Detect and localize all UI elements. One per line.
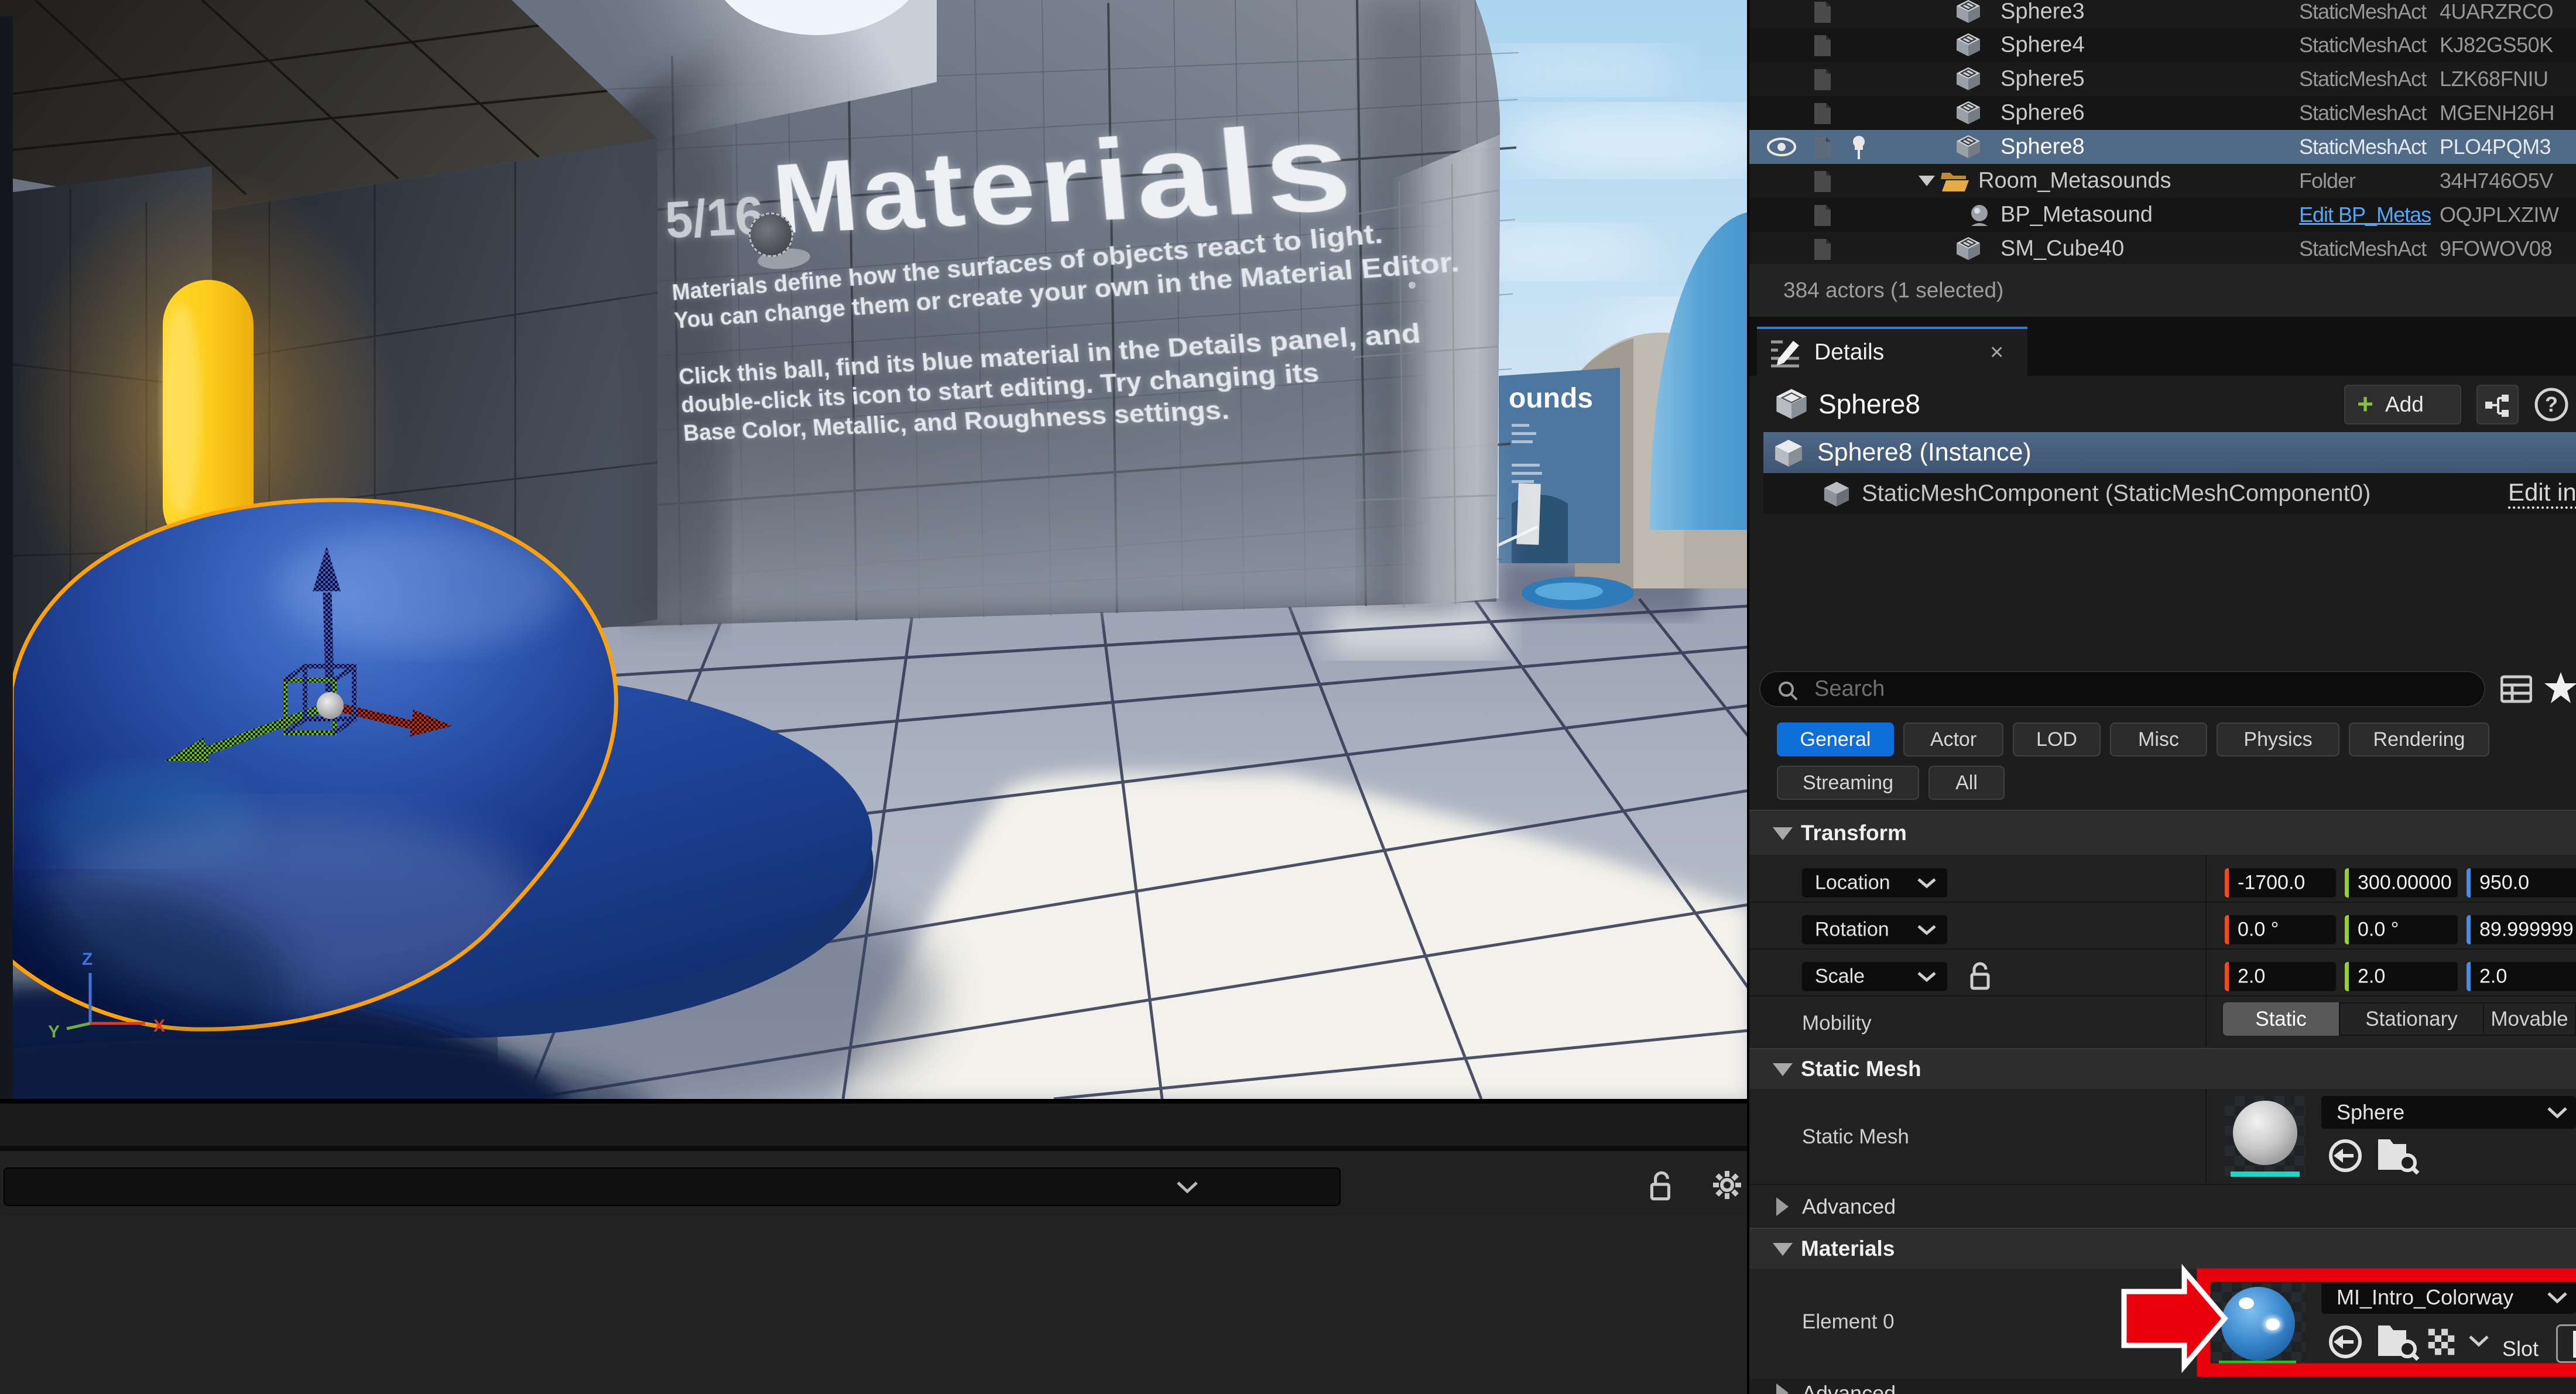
svg-text:X: X xyxy=(153,1016,165,1036)
svg-text:?: ? xyxy=(2545,392,2558,416)
svg-text:Y: Y xyxy=(48,1022,60,1042)
svg-text:Z: Z xyxy=(82,950,93,969)
